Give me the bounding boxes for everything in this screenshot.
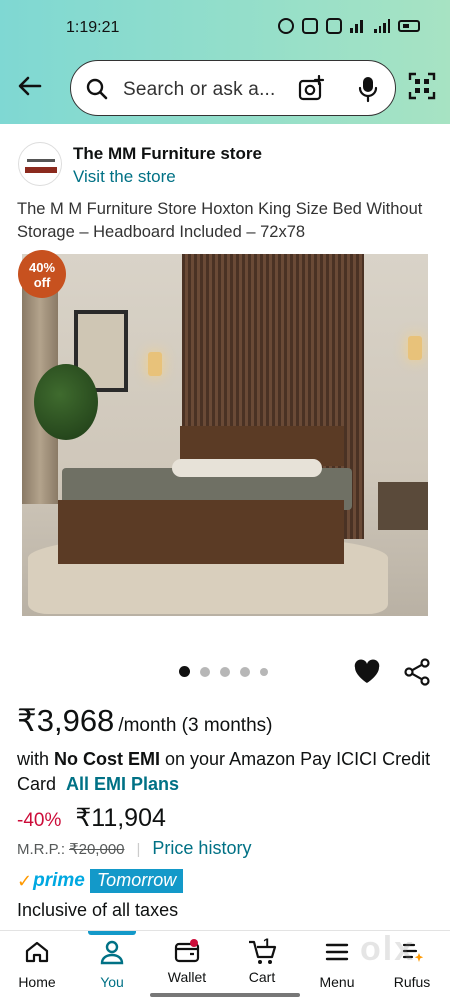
status-time: 1:19:21 — [66, 19, 120, 36]
nav-rufus-label: Rufus — [393, 974, 431, 990]
carousel-dot[interactable] — [220, 666, 230, 677]
share-icon[interactable] — [403, 658, 431, 686]
nav-wallet[interactable]: Wallet — [152, 939, 222, 985]
prime-logo: prime — [33, 870, 85, 891]
qr-scan-icon[interactable] — [408, 72, 436, 100]
camera-lens-icon[interactable] — [297, 75, 325, 103]
carousel-dots[interactable] — [179, 666, 268, 677]
nav-you-label: You — [100, 974, 124, 990]
prime-delivery: ✓ prime Tomorrow — [17, 867, 184, 895]
emi-prefix: with — [17, 749, 55, 769]
visit-store-link[interactable]: Visit the store — [73, 167, 176, 187]
store-logo[interactable] — [18, 142, 62, 186]
no-cost-emi: No Cost EMI — [54, 749, 161, 769]
header: 1:19:21 Search or ask a... — [0, 0, 450, 124]
search-icon — [86, 78, 108, 100]
discount-badge-percent: 40% — [28, 260, 56, 275]
battery-icon — [398, 20, 420, 32]
sale-price: ₹11,904 — [75, 804, 166, 832]
signal-icon — [374, 19, 390, 33]
emi-price-suffix: /month (3 months) — [118, 715, 273, 736]
mrp-label: M.R.P.: — [17, 841, 66, 858]
alarm-icon — [278, 18, 294, 34]
search-bar[interactable]: Search or ask a... — [70, 60, 396, 116]
product-title: The M M Furniture Store Hoxton King Size… — [17, 200, 423, 241]
nav-cart[interactable]: 1 Cart — [227, 935, 297, 985]
prime-check-icon: ✓ — [17, 870, 33, 891]
home-icon — [25, 941, 49, 963]
wifi-icon — [350, 19, 366, 33]
discount-badge-off: off — [33, 275, 51, 290]
olx-watermark: olx — [360, 930, 416, 968]
wishlist-heart-icon[interactable] — [353, 658, 381, 686]
person-icon — [100, 940, 124, 965]
emi-description: with No Cost EMI on your Amazon Pay ICIC… — [17, 747, 437, 797]
delivery-tomorrow-tag: Tomorrow — [89, 869, 184, 893]
microphone-icon[interactable] — [357, 75, 379, 103]
discount-row: -40% ₹11,904 — [17, 803, 166, 833]
tax-note: Inclusive of all taxes — [17, 900, 179, 920]
carousel-dot[interactable] — [200, 666, 210, 677]
nav-menu-label: Menu — [319, 974, 355, 990]
all-emi-plans-link[interactable]: All EMI Plans — [66, 774, 179, 794]
search-input[interactable]: Search or ask a... — [123, 79, 276, 101]
price-history-link[interactable]: Price history — [152, 838, 251, 859]
emi-price: ₹3,968 — [17, 703, 115, 738]
status-icons — [278, 18, 420, 34]
back-arrow-icon[interactable] — [14, 70, 46, 102]
store-name: The MM Furniture store — [73, 144, 262, 163]
discount-percent: -40% — [17, 810, 62, 831]
cart-icon — [249, 940, 277, 964]
menu-icon — [325, 943, 349, 961]
nav-home[interactable]: Home — [2, 939, 72, 990]
nav-cart-label: Cart — [248, 969, 276, 985]
product-image[interactable] — [22, 254, 428, 616]
wallet-notification-dot — [190, 939, 198, 947]
vibrate-icon — [302, 18, 318, 34]
nav-you[interactable]: You — [77, 939, 147, 990]
carousel-dot[interactable] — [260, 667, 268, 676]
carousel-dot[interactable] — [240, 666, 250, 677]
mrp-row: M.R.P.: ₹20,000 | Price history — [17, 838, 251, 859]
cart-count: 1 — [263, 935, 271, 951]
discount-badge: 40% off — [18, 250, 66, 298]
nav-home-label: Home — [18, 974, 56, 990]
active-tab-indicator — [88, 931, 136, 935]
emi-price-row: ₹3,968 /month (3 months) — [17, 703, 272, 739]
gesture-home-bar[interactable] — [150, 993, 300, 997]
shield-icon — [326, 18, 342, 34]
divider: | — [136, 841, 141, 858]
nav-wallet-label: Wallet — [167, 969, 207, 985]
carousel-dot[interactable] — [179, 666, 190, 677]
mrp-value: ₹20,000 — [69, 841, 125, 858]
status-bar: 1:19:21 — [0, 0, 450, 56]
